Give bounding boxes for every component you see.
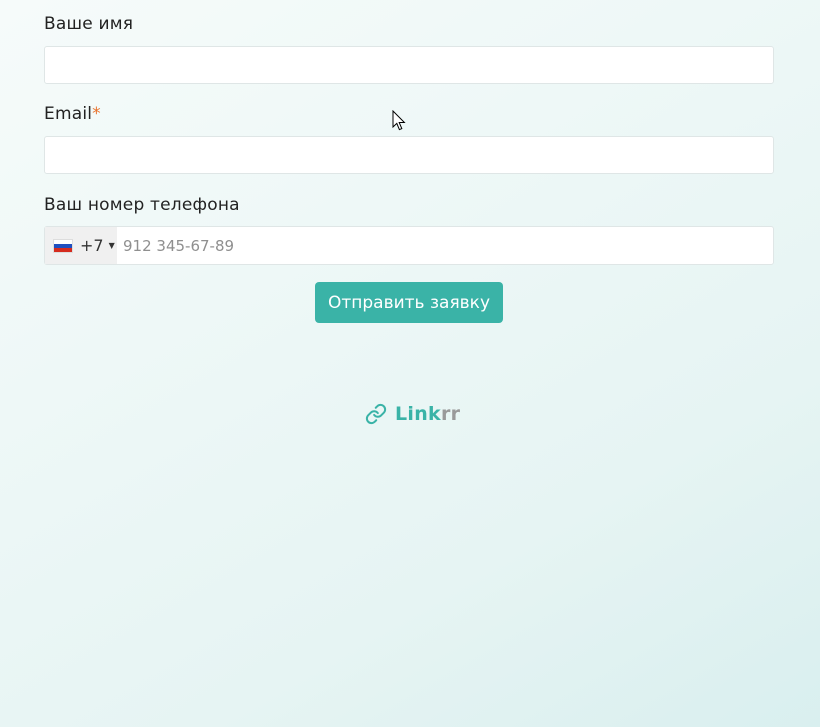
brand-name: Linkrr — [395, 403, 460, 425]
phone-label-text: Ваш номер телефона — [44, 195, 240, 215]
brand-link[interactable]: Linkrr — [365, 401, 460, 427]
phone-label: Ваш номер телефона — [44, 194, 240, 216]
country-code-selector[interactable]: +7 ▼ — [45, 227, 117, 264]
ru-flag-icon — [53, 238, 73, 253]
brand-name-part2: rr — [440, 403, 461, 425]
email-label-text: Email — [44, 104, 93, 124]
name-input[interactable] — [44, 46, 774, 84]
email-label: Email* — [44, 103, 101, 125]
submit-request-button[interactable]: Отправить заявку — [315, 282, 503, 323]
dial-code: +7 — [80, 236, 104, 255]
link-icon — [365, 403, 387, 425]
name-label: Ваше имя — [44, 13, 133, 35]
name-label-text: Ваше имя — [44, 14, 134, 34]
phone-input[interactable] — [117, 227, 773, 264]
mouse-pointer-icon — [392, 109, 406, 131]
brand-name-part1: Link — [395, 403, 441, 425]
email-input[interactable] — [44, 136, 774, 174]
phone-field: +7 ▼ — [44, 226, 774, 265]
required-mark: * — [92, 104, 101, 124]
caret-down-icon: ▼ — [108, 241, 115, 250]
